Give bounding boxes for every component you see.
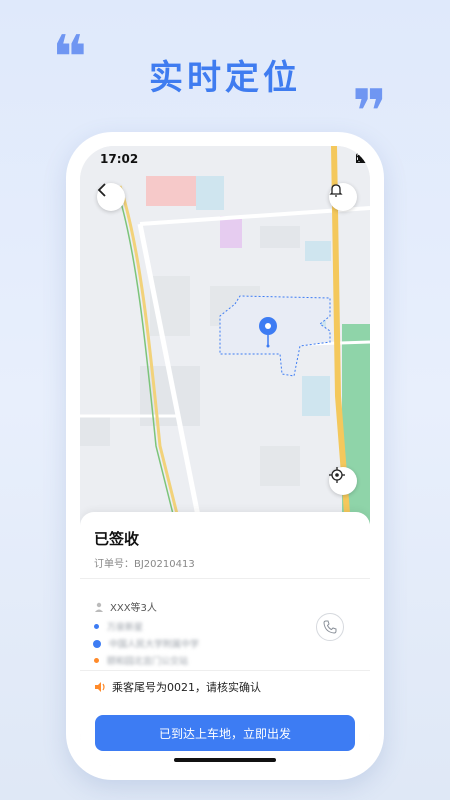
order-number: 订单号：BJ20210413 xyxy=(94,559,195,570)
back-button[interactable] xyxy=(97,183,125,211)
status-time: 17:02 xyxy=(100,152,139,166)
phone-frame: 17:02 已签收 订单号：BJ20210413 XXX等3人 万泉新星 中国人… xyxy=(66,132,384,780)
notice-row: 乘客尾号为0021，请核实确认 xyxy=(94,679,261,695)
stop-item: 万泉新星 xyxy=(94,620,143,633)
bell-icon xyxy=(329,184,343,197)
call-button[interactable] xyxy=(316,613,344,641)
notice-text: 乘客尾号为0021，请核实确认 xyxy=(112,681,261,694)
battery-icon xyxy=(356,153,370,163)
locate-icon xyxy=(329,467,345,483)
passenger-row: XXX等3人 xyxy=(94,599,157,614)
end-dot-icon xyxy=(94,658,99,663)
map-view[interactable]: 17:02 xyxy=(80,146,370,526)
stop-item: 颐和园北宫门公交站 xyxy=(94,654,188,667)
speaker-icon xyxy=(95,682,105,692)
metro-icon xyxy=(93,639,101,648)
person-icon xyxy=(95,602,103,612)
divider xyxy=(80,578,370,579)
divider xyxy=(80,670,370,671)
depart-button[interactable]: 已到达上车地，立即出发 xyxy=(95,715,355,751)
phone-icon xyxy=(323,620,337,634)
locate-button[interactable] xyxy=(329,467,357,495)
chevron-left-icon xyxy=(97,183,106,197)
promo-title: 实时定位 xyxy=(149,58,301,98)
stop-label: 颐和园北宫门公交站 xyxy=(107,657,189,667)
home-indicator xyxy=(174,758,276,762)
stop-label: 万泉新星 xyxy=(107,623,144,633)
order-status-title: 已签收 xyxy=(94,530,140,548)
start-dot-icon xyxy=(94,624,99,629)
stop-item: 中国人民大学附属中学 xyxy=(93,637,199,650)
phone-screen: 17:02 已签收 订单号：BJ20210413 XXX等3人 万泉新星 中国人… xyxy=(80,146,370,766)
notification-button[interactable] xyxy=(329,183,357,211)
passenger-count: XXX等3人 xyxy=(110,603,157,614)
stop-label: 中国人民大学附属中学 xyxy=(109,640,200,650)
order-sheet: 已签收 订单号：BJ20210413 XXX等3人 万泉新星 中国人民大学附属中… xyxy=(80,512,370,766)
